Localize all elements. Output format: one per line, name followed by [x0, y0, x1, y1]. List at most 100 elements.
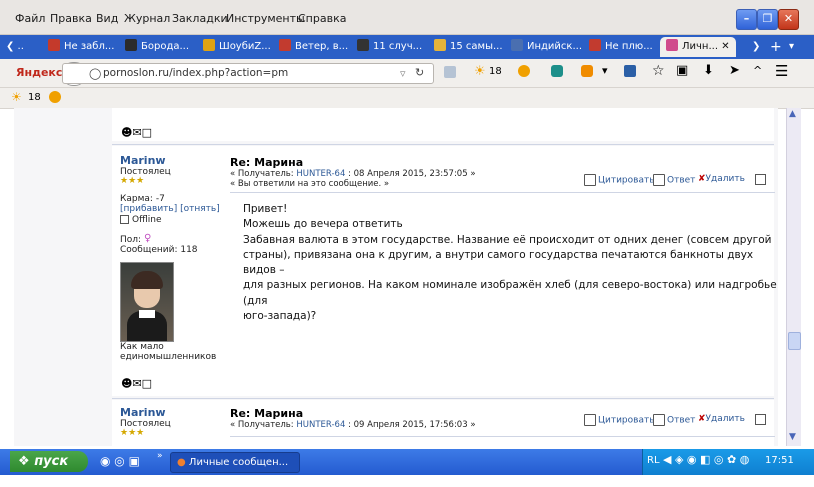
pocket-icon[interactable]	[624, 65, 636, 77]
karma: Карма: -7	[120, 194, 165, 204]
divider	[230, 192, 775, 193]
scroll-up-icon[interactable]: ▲	[789, 109, 796, 119]
tab-8[interactable]: Не плю...	[589, 37, 655, 57]
extension-icon[interactable]	[551, 65, 563, 77]
maximize-button[interactable]: ❐	[757, 9, 778, 30]
menu-help[interactable]: Справка	[298, 12, 346, 25]
avatar	[120, 262, 174, 342]
language-indicator[interactable]: RL	[647, 455, 660, 466]
close-button[interactable]: ✕	[778, 9, 799, 30]
online-status: Offline	[132, 215, 162, 225]
menu-tools[interactable]: Инструменты	[226, 12, 305, 25]
quote-button[interactable]: Цитировать	[584, 174, 655, 186]
divider	[112, 144, 774, 145]
quicklaunch-icons[interactable]: ◉ ◎ ▣	[100, 454, 140, 468]
chevron-up-icon[interactable]: ^	[753, 64, 762, 77]
start-button[interactable]: ❖ пуск	[10, 451, 88, 472]
message-body: Привет! Можешь до вечера ответить Забавн…	[243, 203, 777, 323]
close-tab-icon[interactable]: ✕	[721, 41, 729, 52]
system-tray: RL ◀ ◈ ◉ ◧ ◎ ✿ ◍ 17:51	[642, 449, 814, 475]
menu-bookmarks[interactable]: Закладки	[172, 12, 228, 25]
tab-5[interactable]: 11 случ...	[357, 37, 427, 57]
favicon-icon	[511, 39, 523, 51]
weather-temp: 18	[28, 92, 41, 103]
tabs-scroll-left[interactable]: ❮ ..	[6, 37, 36, 57]
message-count: Сообщений: 118	[120, 245, 198, 255]
tab-4[interactable]: Ветер, в...	[279, 37, 351, 57]
tab-list-icon[interactable]: ▾	[789, 37, 794, 57]
favicon-icon	[666, 39, 678, 51]
menu-file[interactable]: Файл	[15, 12, 45, 25]
profile-icons[interactable]: ☻✉□	[121, 377, 152, 390]
username-link[interactable]: Marinw	[120, 406, 166, 419]
profile-icons[interactable]: ☻✉□	[121, 126, 152, 139]
rank-stars-icon: ★★★	[120, 428, 145, 438]
quote-button[interactable]: Цитировать	[584, 414, 655, 426]
quicklaunch-more-icon[interactable]: »	[157, 451, 163, 461]
female-icon: ♀	[144, 233, 152, 244]
select-checkbox[interactable]	[755, 414, 766, 425]
reply-button[interactable]: Ответ	[653, 414, 695, 426]
screenshot-icon[interactable]	[444, 66, 456, 78]
replied-note: « Вы ответили на это сообщение. »	[230, 179, 390, 189]
tab-1[interactable]: Не забл...	[48, 37, 118, 57]
url-bar[interactable]: ◯ pornoslon.ru/index.php?action=pm ▿ ↻	[62, 63, 434, 84]
weather-icon: ☀	[474, 64, 486, 79]
download-icon[interactable]: ⬇	[703, 63, 714, 78]
menu-view[interactable]: Вид	[96, 12, 118, 25]
divider	[112, 398, 774, 399]
message-subject: Re: Марина	[230, 156, 304, 169]
tab-3[interactable]: ШоубиZ...	[203, 37, 273, 57]
menu-icon[interactable]: ☰	[775, 62, 788, 80]
tray-icons[interactable]: ◀ ◈ ◉ ◧ ◎ ✿ ◍	[663, 453, 749, 466]
tabs-scroll-right[interactable]: ❯	[752, 37, 760, 57]
scroll-thumb[interactable]	[788, 332, 801, 350]
reload-icon[interactable]: ↻	[415, 66, 424, 79]
menu-history[interactable]: Журнал	[124, 12, 170, 25]
message-meta: « Получатель: HUNTER-64 : 08 Апреля 2015…	[230, 169, 476, 179]
menu-edit[interactable]: Правка	[50, 12, 92, 25]
globe-icon: ◯	[89, 67, 102, 80]
user-signature: Как мало единомышленников	[120, 342, 217, 362]
taskbar-item-browser[interactable]: ● Личные сообщен...	[170, 452, 300, 473]
send-icon[interactable]: ➤	[729, 63, 740, 78]
quote-icon	[584, 174, 596, 186]
yandex-money-icon[interactable]	[518, 65, 530, 77]
scrollbar[interactable]: ▲ ▼	[786, 108, 801, 446]
gender-label: Пол:	[120, 235, 142, 245]
clipboard-icon[interactable]: ▣	[676, 63, 688, 78]
weather-temp: 18	[489, 66, 502, 77]
delete-button[interactable]: ✘Удалить	[698, 414, 745, 424]
reply-icon	[653, 414, 665, 426]
menu-bar: Файл Правка Вид Журнал Закладки Инструме…	[0, 0, 814, 35]
tab-active[interactable]: Личн... ✕	[660, 37, 736, 57]
message-subject: Re: Марина	[230, 407, 304, 420]
favicon-icon	[434, 39, 446, 51]
bookmarks-bar: ☀ 18	[0, 88, 814, 109]
reply-button[interactable]: Ответ	[653, 174, 695, 186]
star-icon[interactable]: ☆	[652, 63, 665, 79]
tab-2[interactable]: Борода...	[125, 37, 195, 57]
scroll-down-icon[interactable]: ▼	[789, 432, 796, 442]
new-tab-button[interactable]: +	[770, 37, 782, 57]
select-checkbox[interactable]	[755, 174, 766, 185]
tab-6[interactable]: 15 самы...	[434, 37, 506, 57]
minimize-button[interactable]: –	[736, 9, 757, 30]
divider	[230, 436, 775, 437]
nav-bar: Яндекс ← ◯ pornoslon.ru/index.php?action…	[0, 59, 814, 88]
favicon-icon	[48, 39, 60, 51]
favicon-icon	[279, 39, 291, 51]
odnoklassniki-icon[interactable]	[581, 65, 593, 77]
reply-icon	[653, 174, 665, 186]
yandex-money-icon[interactable]	[49, 91, 61, 103]
delete-icon: ✘	[698, 414, 706, 424]
yandex-logo: Яндекс	[16, 66, 63, 79]
tab-7[interactable]: Индийск...	[511, 37, 583, 57]
chevron-down-icon[interactable]: ▾	[602, 64, 608, 77]
favicon-icon	[125, 39, 137, 51]
delete-button[interactable]: ✘Удалить	[698, 174, 745, 184]
username-link[interactable]: Marinw	[120, 154, 166, 167]
dropdown-icon[interactable]: ▿	[400, 67, 406, 80]
clock: 17:51	[765, 455, 794, 466]
karma-links[interactable]: [прибавить] [отнять]	[120, 204, 220, 214]
